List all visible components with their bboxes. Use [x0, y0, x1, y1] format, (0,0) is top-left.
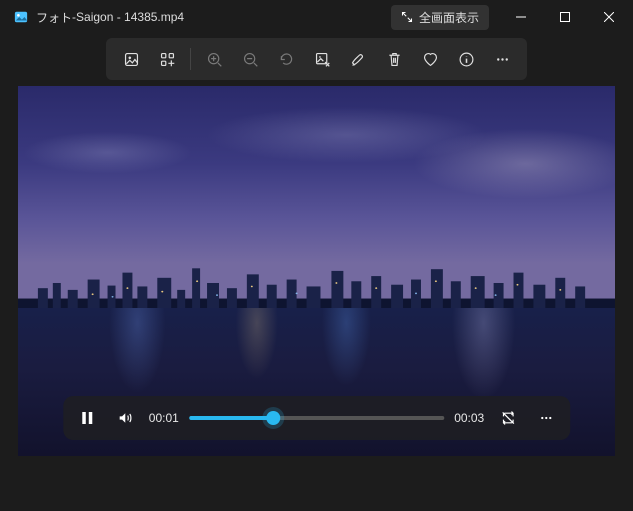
apps-button[interactable] — [150, 42, 184, 76]
info-icon — [458, 51, 475, 68]
zoom-out-button[interactable] — [233, 42, 267, 76]
loop-button[interactable] — [494, 404, 522, 432]
pause-icon — [80, 411, 94, 425]
window-maximize-button[interactable] — [543, 0, 587, 34]
app-icon — [14, 10, 28, 24]
window-minimize-button[interactable] — [499, 0, 543, 34]
media-viewport[interactable]: 00:01 00:03 — [18, 86, 615, 456]
gallery-icon — [123, 51, 140, 68]
gallery-button[interactable] — [114, 42, 148, 76]
edit-image-icon — [314, 51, 331, 68]
heart-icon — [422, 51, 439, 68]
window-close-button[interactable] — [587, 0, 631, 34]
toolbar-more-button[interactable] — [485, 42, 519, 76]
more-icon — [494, 51, 511, 68]
zoom-in-button[interactable] — [197, 42, 231, 76]
playback-more-button[interactable] — [532, 404, 560, 432]
trash-icon — [386, 51, 403, 68]
toolbar-separator — [190, 48, 191, 70]
speaker-icon — [117, 410, 133, 426]
toolbar — [106, 38, 527, 80]
play-pause-button[interactable] — [73, 404, 101, 432]
playback-bar: 00:01 00:03 — [63, 396, 570, 440]
info-button[interactable] — [449, 42, 483, 76]
more-icon — [538, 410, 554, 426]
volume-button[interactable] — [111, 404, 139, 432]
apps-grid-icon — [159, 51, 176, 68]
seek-slider[interactable] — [189, 408, 444, 428]
edit-image-button[interactable] — [305, 42, 339, 76]
title-bar: フォト - Saigon - 14385.mp4 全画面表示 — [0, 0, 633, 34]
favorite-button[interactable] — [413, 42, 447, 76]
rotate-icon — [278, 51, 295, 68]
title-app: フォト — [36, 9, 72, 26]
duration-label: 00:03 — [454, 411, 484, 425]
toolbar-container — [0, 34, 633, 86]
loop-off-icon — [500, 410, 516, 426]
zoom-out-icon — [242, 51, 259, 68]
markup-button[interactable] — [341, 42, 375, 76]
rotate-button[interactable] — [269, 42, 303, 76]
fullscreen-icon — [401, 11, 413, 23]
delete-button[interactable] — [377, 42, 411, 76]
fullscreen-button[interactable]: 全画面表示 — [391, 5, 489, 30]
zoom-in-icon — [206, 51, 223, 68]
title-file: Saigon - 14385.mp4 — [76, 10, 184, 24]
fullscreen-label: 全画面表示 — [419, 9, 479, 26]
current-time-label: 00:01 — [149, 411, 179, 425]
markup-icon — [350, 51, 367, 68]
